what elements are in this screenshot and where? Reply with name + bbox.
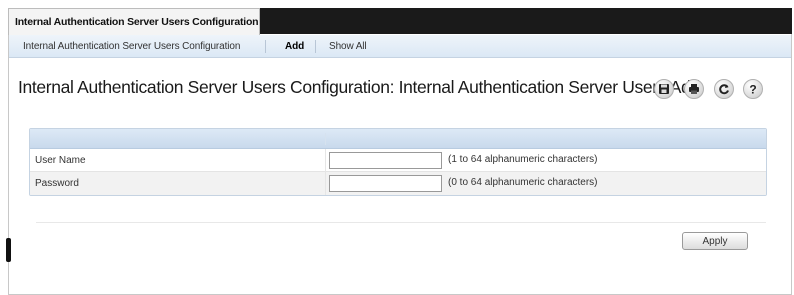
sub-navigation: Internal Authentication Server Users Con…: [9, 35, 791, 58]
password-hint: (0 to 64 alphanumeric characters): [448, 177, 598, 188]
apply-button[interactable]: Apply: [682, 232, 748, 250]
print-icon[interactable]: [684, 79, 704, 99]
refresh-icon[interactable]: [714, 79, 734, 99]
password-label: Password: [35, 178, 79, 189]
top-tab-bar: Internal Authentication Server Users Con…: [8, 8, 792, 35]
subnav-item-configuration[interactable]: Internal Authentication Server Users Con…: [23, 41, 240, 52]
subnav-item-add[interactable]: Add: [285, 41, 304, 52]
users-add-form-table: User Name (1 to 64 alphanumeric characte…: [29, 128, 767, 196]
password-input[interactable]: [329, 175, 442, 192]
user-name-label: User Name: [35, 155, 86, 166]
side-panel-handle[interactable]: [6, 238, 11, 262]
form-row-password: Password (0 to 64 alphanumeric character…: [30, 172, 766, 195]
save-icon[interactable]: [654, 79, 674, 99]
user-name-input[interactable]: [329, 152, 442, 169]
tab-users-configuration[interactable]: Internal Authentication Server Users Con…: [8, 8, 260, 35]
divider: [36, 222, 766, 223]
table-header: [30, 129, 766, 149]
subnav-separator: [265, 40, 266, 53]
svg-text:?: ?: [749, 83, 756, 95]
column-divider: [325, 149, 326, 172]
page-title: Internal Authentication Server Users Con…: [18, 77, 700, 97]
header-column-divider: [325, 133, 326, 145]
user-name-hint: (1 to 64 alphanumeric characters): [448, 154, 598, 165]
column-divider: [325, 172, 326, 195]
subnav-item-show-all[interactable]: Show All: [329, 41, 367, 52]
help-icon[interactable]: ?: [743, 79, 763, 99]
subnav-separator: [315, 40, 316, 53]
form-row-user-name: User Name (1 to 64 alphanumeric characte…: [30, 149, 766, 172]
